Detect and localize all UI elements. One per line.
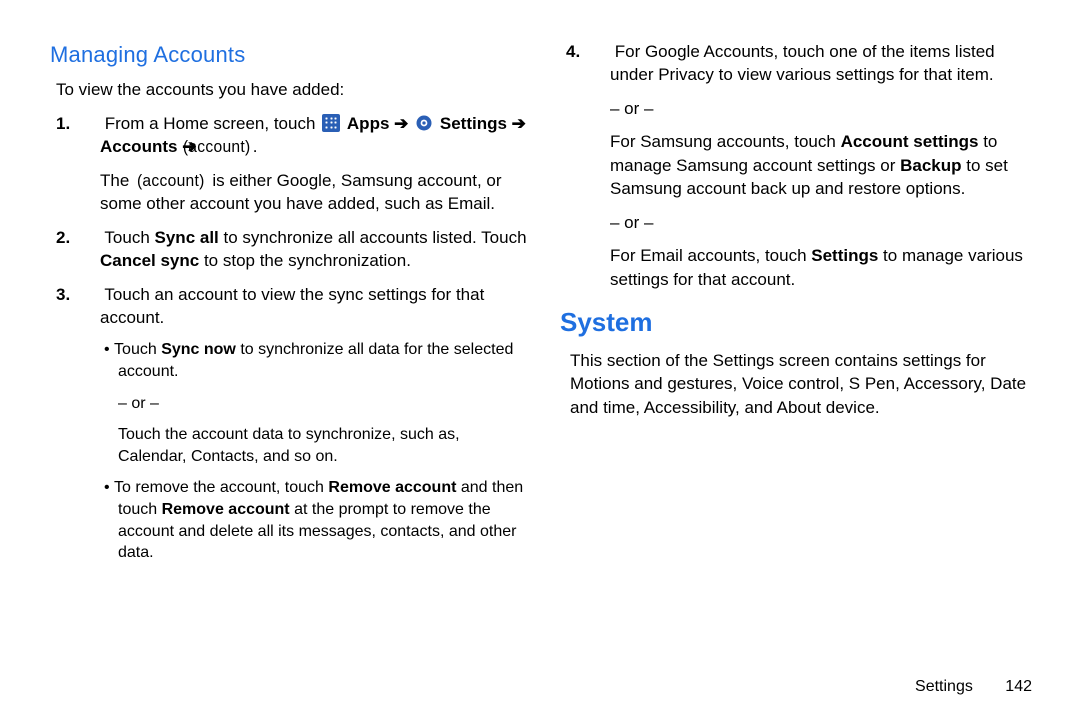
text: to synchronize all accounts listed. Touc…: [219, 228, 527, 247]
step-4-samsung: For Samsung accounts, touch Account sett…: [610, 130, 1040, 200]
cancel-sync-label: Cancel sync: [100, 251, 199, 270]
step-number: 1.: [78, 112, 100, 135]
account-placeholder: (account): [203, 135, 250, 158]
step-4-email: For Email accounts, touch Settings to ma…: [610, 244, 1040, 291]
text: Touch: [114, 341, 161, 358]
or-separator: – or –: [118, 393, 530, 415]
text: Touch an account to view the sync settin…: [100, 285, 484, 327]
accounts-label: Accounts: [100, 137, 177, 156]
heading-managing-accounts: Managing Accounts: [50, 40, 530, 70]
account-placeholder: (account): [137, 169, 205, 192]
arrow-icon: ➔: [512, 114, 526, 133]
arrow-icon: ➔: [394, 114, 408, 133]
settings-label: Settings: [440, 114, 507, 133]
settings-bold-label: Settings: [811, 246, 878, 265]
account-settings-label: Account settings: [841, 132, 979, 151]
bullet-sync-data: Touch the account data to synchronize, s…: [118, 424, 530, 467]
text: The: [100, 171, 129, 190]
bullet-remove-account: • To remove the account, touch Remove ac…: [104, 477, 530, 563]
text: Touch: [104, 228, 154, 247]
or-separator: – or –: [610, 211, 1040, 234]
text: For Google Accounts, touch one of the it…: [610, 42, 995, 84]
text: to stop the synchronization.: [199, 251, 411, 270]
text: For Email accounts, touch: [610, 246, 811, 265]
intro-text: To view the accounts you have added:: [56, 78, 530, 101]
footer-section: Settings: [915, 678, 973, 695]
settings-icon: [415, 114, 433, 132]
bullet-sync-now: • Touch Sync now to synchronize all data…: [104, 339, 530, 382]
step-number: 4.: [588, 40, 610, 63]
remove-account-label: Remove account: [162, 501, 290, 518]
step-1: 1. From a Home screen, touch Apps ➔ Sett…: [78, 112, 530, 159]
sync-now-label: Sync now: [161, 341, 236, 358]
step-1-cont: The (account) is either Google, Samsung …: [100, 169, 530, 216]
step-number: 3.: [78, 283, 100, 306]
text: To remove the account, touch: [114, 479, 328, 496]
step-number: 2.: [78, 226, 100, 249]
apps-icon: [322, 114, 340, 132]
system-body: This section of the Settings screen cont…: [570, 349, 1040, 419]
text: For Samsung accounts, touch: [610, 132, 841, 151]
heading-system: System: [560, 305, 1040, 341]
step-1-pretext: From a Home screen, touch: [105, 114, 316, 133]
page: Managing Accounts To view the accounts y…: [0, 0, 1080, 720]
sync-all-label: Sync all: [155, 228, 219, 247]
or-separator: – or –: [610, 97, 1040, 120]
page-footer: Settings 142: [915, 676, 1032, 698]
right-column: 4. For Google Accounts, touch one of the…: [560, 40, 1040, 690]
left-column: Managing Accounts To view the accounts y…: [50, 40, 530, 690]
footer-page-number: 142: [1005, 678, 1032, 695]
step-2: 2. Touch Sync all to synchronize all acc…: [78, 226, 530, 273]
apps-label: Apps: [347, 114, 390, 133]
step-4: 4. For Google Accounts, touch one of the…: [588, 40, 1040, 87]
step-3: 3. Touch an account to view the sync set…: [78, 283, 530, 330]
backup-label: Backup: [900, 156, 961, 175]
remove-account-label: Remove account: [328, 479, 456, 496]
